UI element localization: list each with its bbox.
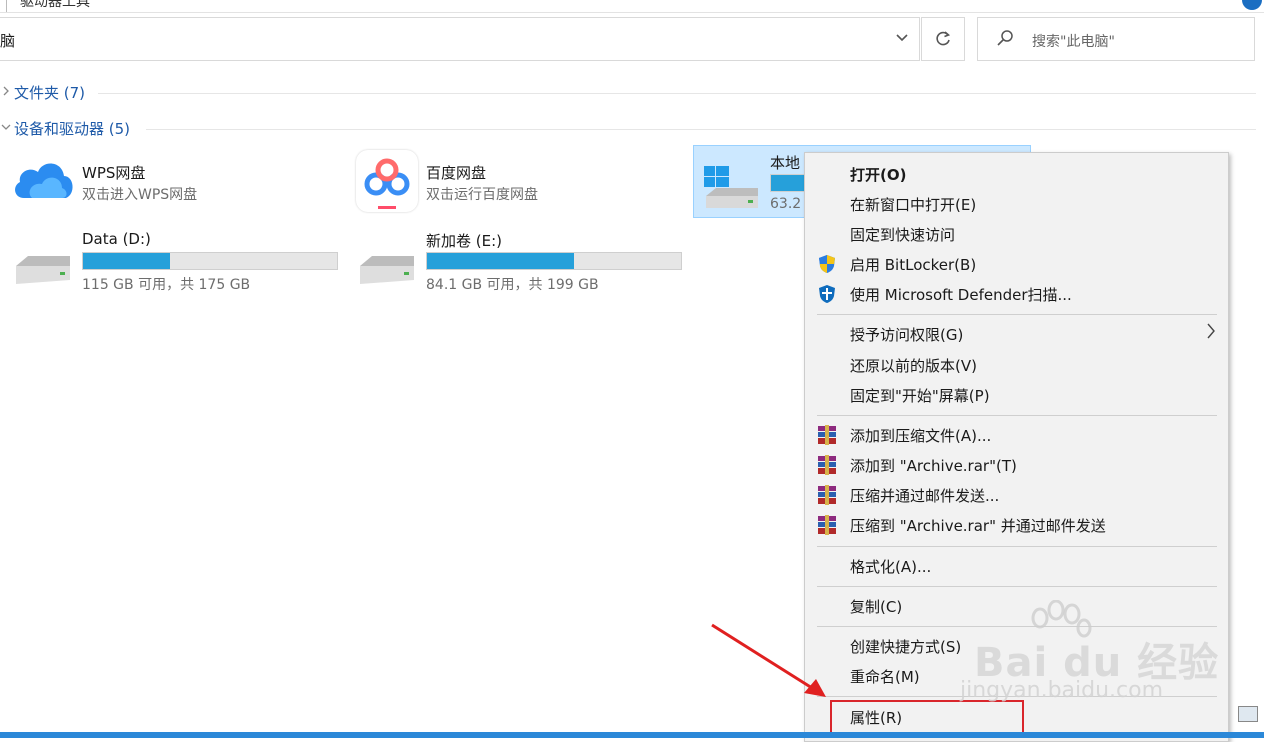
search-icon xyxy=(997,30,1013,46)
wps-name: WPS网盘 xyxy=(82,164,146,182)
menu-pin-quick-access[interactable]: 固定到快速访问 xyxy=(805,220,1228,248)
ribbon-strip: 驱动器工具 xyxy=(0,0,1264,13)
address-row: 脑 搜索"此电脑" xyxy=(0,17,1264,63)
defender-shield-icon xyxy=(819,285,835,303)
menu-restore-versions[interactable]: 还原以前的版本(V) xyxy=(805,351,1228,379)
group-devices[interactable]: 设备和驱动器 (5) xyxy=(0,117,130,139)
data-d-usage-bar xyxy=(82,252,338,270)
data-d-usage-fill xyxy=(83,253,171,269)
winrar-icon xyxy=(817,485,837,505)
menu-add-archive-label: 添加到压缩文件(A)... xyxy=(850,427,992,445)
local-c-name: 本地 xyxy=(770,154,801,172)
menu-pin-quick-access-label: 固定到快速访问 xyxy=(850,226,956,244)
menu-bitlocker-label: 启用 BitLocker(B) xyxy=(850,256,977,274)
menu-pin-start-label: 固定到"开始"屏幕(P) xyxy=(850,387,990,405)
menu-compress-email[interactable]: 压缩并通过邮件发送... xyxy=(805,481,1228,509)
taskbar-strip xyxy=(0,732,1264,738)
menu-copy[interactable]: 复制(C) xyxy=(805,592,1228,620)
menu-separator xyxy=(817,586,1217,587)
ribbon-separator xyxy=(6,0,7,12)
menu-rename-label: 重命名(M) xyxy=(850,668,920,686)
winrar-icon xyxy=(817,455,837,475)
menu-add-rar[interactable]: 添加到 "Archive.rar"(T) xyxy=(805,451,1228,479)
new-e-name: 新加卷 (E:) xyxy=(426,232,503,250)
group-folders[interactable]: 文件夹 (7) xyxy=(0,81,85,103)
menu-pin-start[interactable]: 固定到"开始"屏幕(P) xyxy=(805,381,1228,409)
menu-separator xyxy=(817,626,1217,627)
baidu-subtext: 双击运行百度网盘 xyxy=(426,187,538,203)
ribbon-tab-drive-tools[interactable]: 驱动器工具 xyxy=(20,0,90,11)
chevron-down-icon[interactable] xyxy=(888,28,916,52)
windows-drive-icon xyxy=(704,166,758,208)
menu-format-label: 格式化(A)... xyxy=(850,558,932,576)
menu-format[interactable]: 格式化(A)... xyxy=(805,552,1228,580)
menu-create-shortcut[interactable]: 创建快捷方式(S) xyxy=(805,632,1228,660)
menu-separator xyxy=(817,314,1217,315)
group-divider xyxy=(146,129,1256,130)
menu-open-new-window-label: 在新窗口中打开(E) xyxy=(850,196,977,214)
wps-subtext: 双击进入WPS网盘 xyxy=(82,187,198,203)
menu-create-shortcut-label: 创建快捷方式(S) xyxy=(850,638,962,656)
menu-rename[interactable]: 重命名(M) xyxy=(805,662,1228,690)
help-icon[interactable] xyxy=(1242,0,1262,10)
shield-icon xyxy=(819,255,835,273)
menu-defender-label: 使用 Microsoft Defender扫描... xyxy=(850,286,1072,304)
group-folders-label: 文件夹 (7) xyxy=(14,83,86,102)
menu-open-label: 打开(O) xyxy=(850,166,907,184)
red-arrow-annotation xyxy=(711,623,826,697)
menu-grant-access[interactable]: 授予访问权限(G) xyxy=(805,320,1228,348)
baidu-name: 百度网盘 xyxy=(426,164,487,182)
refresh-button[interactable] xyxy=(921,17,965,61)
menu-defender-scan[interactable]: 使用 Microsoft Defender扫描... xyxy=(805,280,1228,308)
tile-baidu-netdisk[interactable]: 百度网盘 双击运行百度网盘 xyxy=(354,150,684,216)
tile-new-volume-e[interactable]: 新加卷 (E:) 84.1 GB 可用，共 199 GB xyxy=(354,228,684,298)
refresh-icon xyxy=(936,31,951,46)
data-d-name: Data (D:) xyxy=(82,230,151,248)
group-divider xyxy=(98,93,1256,94)
group-devices-label: 设备和驱动器 (5) xyxy=(14,119,131,138)
cloud-icon xyxy=(15,163,73,198)
new-e-usage-fill xyxy=(427,253,574,269)
menu-grant-access-label: 授予访问权限(G) xyxy=(850,326,964,344)
menu-open-new-window[interactable]: 在新窗口中打开(E) xyxy=(805,190,1228,218)
winrar-icon xyxy=(817,425,837,445)
menu-compress-rar-email[interactable]: 压缩到 "Archive.rar" 并通过邮件发送 xyxy=(805,511,1228,539)
hard-drive-icon xyxy=(360,256,414,284)
data-d-subtext: 115 GB 可用，共 175 GB xyxy=(82,277,251,293)
chevron-down-icon xyxy=(0,121,12,135)
chevron-right-icon xyxy=(0,85,12,99)
new-e-subtext: 84.1 GB 可用，共 199 GB xyxy=(426,277,599,293)
menu-copy-label: 复制(C) xyxy=(850,598,903,616)
address-path: 脑 xyxy=(0,32,16,50)
search-placeholder: 搜索"此电脑" xyxy=(1032,34,1115,50)
tile-data-d[interactable]: Data (D:) 115 GB 可用，共 175 GB xyxy=(10,228,340,298)
menu-bitlocker[interactable]: 启用 BitLocker(B) xyxy=(805,250,1228,278)
tile-wps-cloud[interactable]: WPS网盘 双击进入WPS网盘 xyxy=(10,150,340,216)
search-input[interactable]: 搜索"此电脑" xyxy=(977,17,1255,61)
menu-separator xyxy=(817,415,1217,416)
address-bar[interactable]: 脑 xyxy=(0,17,920,61)
menu-add-rar-label: 添加到 "Archive.rar"(T) xyxy=(850,457,1017,475)
menu-compress-email-label: 压缩并通过邮件发送... xyxy=(850,487,1000,505)
properties-highlight-box xyxy=(830,700,1024,736)
menu-restore-versions-label: 还原以前的版本(V) xyxy=(850,357,977,375)
baidu-netdisk-icon xyxy=(356,150,418,212)
context-menu: 打开(O) 在新窗口中打开(E) 固定到快速访问 启用 BitLocker(B)… xyxy=(804,152,1229,742)
menu-compress-rar-email-label: 压缩到 "Archive.rar" 并通过邮件发送 xyxy=(850,517,1106,535)
view-mode-icon[interactable] xyxy=(1238,706,1258,722)
menu-add-archive[interactable]: 添加到压缩文件(A)... xyxy=(805,421,1228,449)
menu-separator xyxy=(817,696,1217,697)
hard-drive-icon xyxy=(16,256,70,284)
menu-separator xyxy=(817,546,1217,547)
local-c-subtext: 63.2 xyxy=(770,196,802,212)
winrar-icon xyxy=(817,515,837,535)
new-e-usage-bar xyxy=(426,252,682,270)
menu-open[interactable]: 打开(O) xyxy=(805,160,1228,188)
chevron-right-icon xyxy=(1206,322,1216,345)
